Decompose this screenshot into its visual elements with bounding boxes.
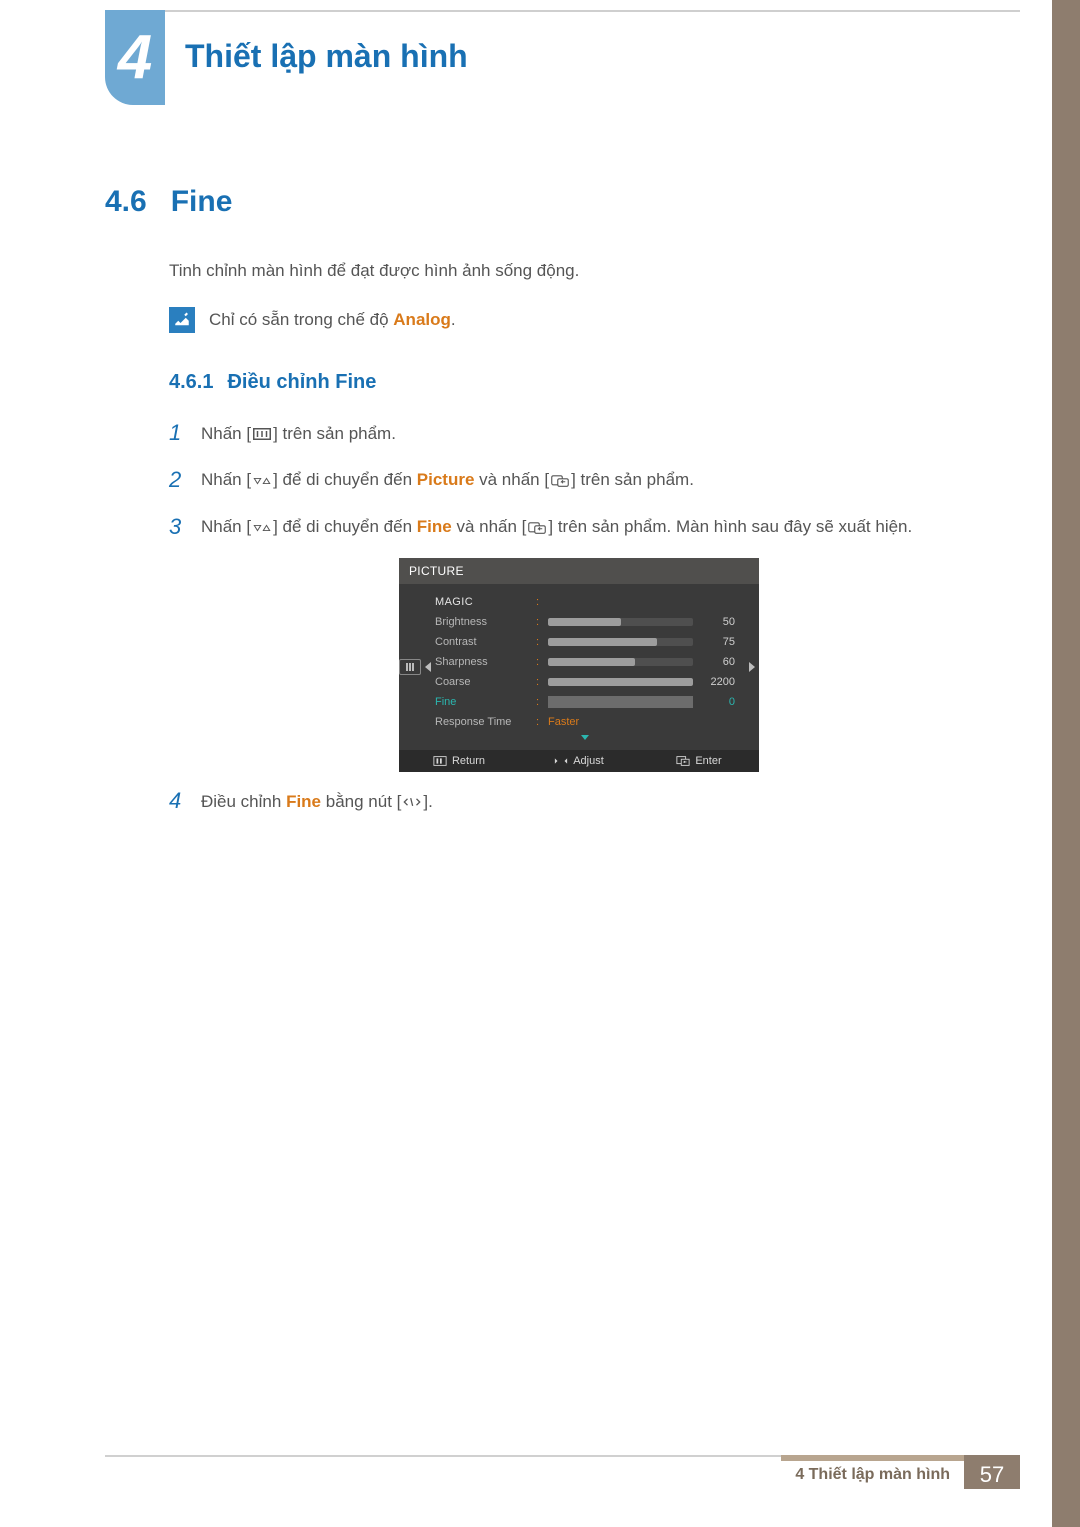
subsection-heading: 4.6.1 Điều chỉnh Fine — [169, 371, 995, 394]
subsection-number: 4.6.1 — [169, 371, 213, 394]
step-text: Điều chỉnh Fine bằng nút []. — [201, 790, 433, 814]
footer-page-number: 57 — [964, 1455, 1020, 1489]
step-em: Picture — [417, 470, 475, 489]
step-number: 4 — [169, 786, 183, 817]
footer-chapter-label: 4 Thiết lập màn hình — [781, 1455, 964, 1489]
up-down-icon — [253, 474, 271, 488]
note-row: Chỉ có sẵn trong chế độ Analog. — [169, 307, 995, 333]
section-title: Fine — [171, 185, 233, 219]
step-number: 3 — [169, 512, 183, 543]
osd-footer-enter: Enter — [643, 755, 755, 767]
osd-footer-return: Return — [403, 755, 515, 767]
enter-icon — [551, 474, 569, 488]
osd-row-sharpness: Sharpness : 60 — [435, 652, 735, 672]
step-1: 1 Nhấn [] trên sản phẩm. — [169, 418, 995, 449]
section-heading: 4.6 Fine — [105, 185, 995, 219]
osd-header: PICTURE — [399, 558, 759, 584]
subsection-title: Điều chỉnh Fine — [227, 371, 376, 394]
osd-row-brightness: Brightness : 50 — [435, 612, 735, 632]
page-right-strip — [1052, 0, 1080, 1527]
page-top-rule — [105, 10, 1020, 12]
note-em: Analog — [393, 310, 451, 329]
osd-right-arrow — [745, 584, 759, 750]
step-number: 2 — [169, 465, 183, 496]
menu-icon — [253, 427, 271, 441]
step-3: 3 Nhấn [] để di chuyển đến Fine và nhấn … — [169, 512, 995, 543]
note-text: Chỉ có sẵn trong chế độ Analog. — [209, 310, 456, 330]
osd-side-icon — [399, 584, 421, 750]
osd-row-contrast: Contrast : 75 — [435, 632, 735, 652]
page-footer: 4 Thiết lập màn hình 57 — [105, 1455, 1020, 1491]
osd-footer: Return Adjust Enter — [399, 750, 759, 772]
step-2: 2 Nhấn [] để di chuyển đến Picture và nh… — [169, 465, 995, 496]
step-em: Fine — [417, 517, 452, 536]
step-em: Fine — [286, 792, 321, 811]
section-number: 4.6 — [105, 185, 147, 219]
step-number: 1 — [169, 418, 183, 449]
step-text: Nhấn [] để di chuyển đến Picture và nhấn… — [201, 468, 694, 492]
step-text: Nhấn [] trên sản phẩm. — [201, 422, 396, 446]
osd-row-fine: Fine : 0 — [435, 692, 735, 712]
osd-footer-adjust: Adjust — [523, 755, 635, 767]
enter-icon — [528, 521, 546, 535]
osd-panel: PICTURE MAGIC : Brightness — [399, 558, 759, 772]
osd-scroll-down-icon — [435, 732, 735, 746]
left-right-icon — [403, 795, 421, 809]
note-icon — [169, 307, 195, 333]
chapter-number: 4 — [118, 27, 152, 89]
osd-row-magic: MAGIC : — [435, 592, 735, 612]
osd-row-coarse: Coarse : 2200 — [435, 672, 735, 692]
steps-list: 1 Nhấn [] trên sản phẩm. 2 Nhấn [] để di… — [169, 418, 995, 817]
osd-row-response: Response Time : Faster — [435, 712, 735, 732]
chapter-tab: 4 — [105, 10, 165, 105]
up-down-icon — [253, 521, 271, 535]
section-intro: Tinh chỉnh màn hình để đạt được hình ảnh… — [169, 261, 995, 281]
chapter-title: Thiết lập màn hình — [185, 38, 468, 75]
osd-left-arrow — [421, 584, 435, 750]
step-text: Nhấn [] để di chuyển đến Fine và nhấn []… — [201, 515, 912, 539]
step-4: 4 Điều chỉnh Fine bằng nút []. — [169, 786, 995, 817]
page-content: 4.6 Fine Tinh chỉnh màn hình để đạt được… — [105, 185, 995, 833]
